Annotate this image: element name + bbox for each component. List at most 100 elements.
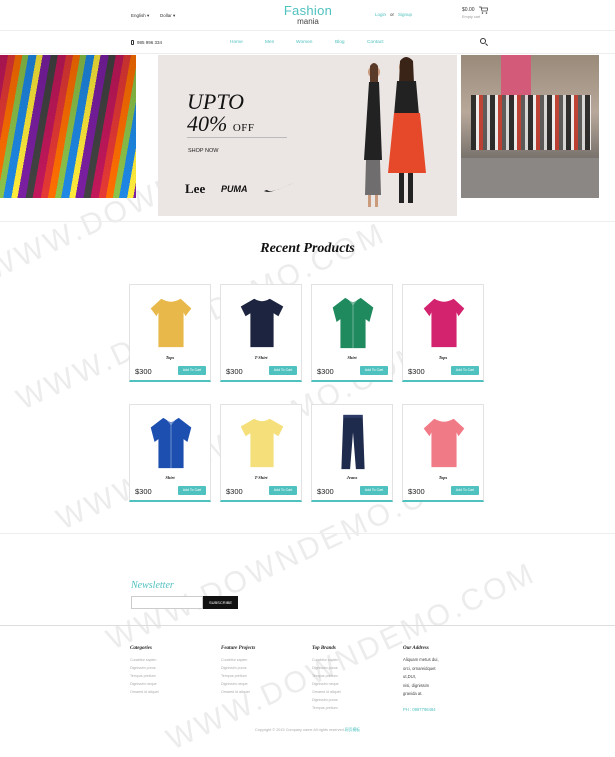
brand-logo-lee: Lee (185, 181, 206, 196)
jeans-icon[interactable] (328, 413, 378, 471)
section-divider (0, 533, 615, 534)
product-price: $300 (226, 367, 243, 376)
add-to-cart-button[interactable]: Add To Cart (360, 366, 388, 375)
product-card[interactable]: Shirt $300 Add To Cart (311, 284, 393, 382)
footer-link[interactable]: Ornared id aliquet (221, 688, 301, 696)
cart-summary[interactable]: $0.00 Empty cart (462, 7, 480, 19)
footer-heading: Feature Projects (221, 646, 256, 651)
model-figure-red-dress (388, 57, 426, 203)
market-banner (501, 55, 531, 100)
site-logo[interactable]: Fashion mania (278, 4, 338, 26)
shop-now-button[interactable]: SHOP NOW (188, 148, 218, 154)
promo-headline: UPTO (187, 89, 245, 114)
model-figure-black-dress (364, 63, 382, 207)
product-card[interactable]: T-Shirt $300 Add To Cart (220, 404, 302, 502)
language-selector[interactable]: English ▾ (131, 13, 149, 19)
copyright-link[interactable]: 网页模板 (345, 728, 360, 732)
footer-link[interactable]: Curabitur sapien (130, 656, 210, 664)
market-ground (461, 158, 599, 198)
cart-status: Empty cart (462, 15, 481, 19)
footer-link[interactable]: Tempus pretium (130, 672, 210, 680)
product-card[interactable]: Tops $300 Add To Cart (129, 284, 211, 382)
footer-link[interactable]: Dignissim purus (221, 664, 301, 672)
footer-link[interactable]: Tempus pretium (312, 672, 392, 680)
footer-link[interactable]: Dignissim purus (130, 664, 210, 672)
add-to-cart-button[interactable]: Add To Cart (178, 366, 206, 375)
chevron-down-icon: ▾ (147, 13, 150, 18)
footer-col-address: Our Address Aliquam metus dui, orci, orn… (403, 646, 483, 712)
top-header: English ▾ Dollar ▾ Fashion mania Login or… (0, 0, 615, 30)
product-name[interactable]: Tops (403, 355, 483, 360)
footer-col-feature-projects: Feature Projects Curabitur sapien Dignis… (221, 646, 301, 696)
section-divider (0, 221, 615, 222)
product-name[interactable]: Shirt (312, 355, 392, 360)
green-shirt-icon[interactable] (328, 293, 378, 351)
product-name[interactable]: Shirt (130, 475, 210, 480)
nav-women[interactable]: Women (296, 40, 312, 45)
recent-products-title: Recent Products (260, 241, 355, 256)
logo-text-main: Fashion (283, 3, 333, 18)
signup-link[interactable]: Signup (398, 12, 412, 17)
footer-link[interactable]: Tempus pretium (312, 704, 392, 712)
product-card[interactable]: Jeans $300 Add To Cart (311, 404, 393, 502)
footer-link[interactable]: Ornared id aliquet (312, 688, 392, 696)
add-to-cart-button[interactable]: Add To Cart (269, 486, 297, 495)
footer-heading: Our Address (403, 646, 429, 651)
coral-top-icon[interactable] (419, 413, 469, 471)
address-line: Aliquam metus dui, (403, 657, 439, 662)
product-price: $300 (408, 367, 425, 376)
add-to-cart-button[interactable]: Add To Cart (451, 486, 479, 495)
footer-link[interactable]: Dignissim neque (130, 680, 210, 688)
blue-shirt-icon[interactable] (146, 413, 196, 471)
product-name[interactable]: T-Shirt (221, 355, 301, 360)
product-card[interactable]: Tops $300 Add To Cart (402, 404, 484, 502)
yellow-top-icon[interactable] (146, 293, 196, 351)
footer-link[interactable]: Dignissim purus (312, 664, 392, 672)
currency-selector[interactable]: Dollar ▾ (160, 13, 175, 19)
add-to-cart-button[interactable]: Add To Cart (269, 366, 297, 375)
nav-blog[interactable]: Blog (335, 40, 345, 45)
subscribe-button[interactable]: SUBSCRIBE (203, 596, 238, 609)
add-to-cart-button[interactable]: Add To Cart (178, 486, 206, 495)
nav-contact[interactable]: Contact (367, 40, 384, 45)
newsletter-title: Newsletter (131, 580, 174, 591)
footer-col-top-brands: Top Brands Curabitur sapien Dignissim pu… (312, 646, 392, 712)
product-card[interactable]: Shirt $300 Add To Cart (129, 404, 211, 502)
phone-number: 985 996 334 (131, 40, 162, 45)
product-card[interactable]: Tops $300 Add To Cart (402, 284, 484, 382)
footer-link[interactable]: Ornared id aliquet (130, 688, 210, 696)
auth-links: Login or Signup (375, 12, 412, 17)
hero-side-image-market (461, 55, 599, 198)
chevron-down-icon: ▾ (173, 13, 176, 18)
footer-link[interactable]: Curabitur sapien (312, 656, 392, 664)
address-line: gravida at. (403, 691, 423, 696)
yellow-tshirt-icon[interactable] (237, 413, 287, 471)
pink-top-icon[interactable] (419, 293, 469, 351)
nav-home[interactable]: Home (230, 40, 243, 45)
product-card[interactable]: T-Shirt $300 Add To Cart (220, 284, 302, 382)
product-name[interactable]: Tops (403, 475, 483, 480)
footer-link[interactable]: Dignissim neque (221, 680, 301, 688)
product-name[interactable]: Jeans (312, 475, 392, 480)
search-icon[interactable] (480, 38, 486, 44)
navy-tshirt-icon[interactable] (237, 293, 287, 351)
product-price: $300 (135, 487, 152, 496)
footer-link[interactable]: Tempus pretium (221, 672, 301, 680)
newsletter-email-input[interactable] (131, 596, 203, 609)
product-name[interactable]: Tops (130, 355, 210, 360)
address-phone: PH : 0987796484 (403, 706, 436, 712)
add-to-cart-button[interactable]: Add To Cart (360, 486, 388, 495)
nav-men[interactable]: Men (265, 40, 274, 45)
footer-link[interactable]: Curabitur sapien (221, 656, 301, 664)
product-price: $300 (317, 367, 334, 376)
add-to-cart-button[interactable]: Add To Cart (451, 366, 479, 375)
product-price: $300 (135, 367, 152, 376)
footer-link[interactable]: Dignissim neque (312, 680, 392, 688)
login-link[interactable]: Login (375, 12, 386, 17)
brand-logo-nike-swoosh-icon (264, 181, 294, 199)
phone-icon (131, 40, 134, 45)
product-name[interactable]: T-Shirt (221, 475, 301, 480)
cart-icon[interactable] (479, 6, 489, 16)
footer-link[interactable]: Dignissim purus (312, 696, 392, 704)
footer-heading: Categories (130, 646, 152, 651)
